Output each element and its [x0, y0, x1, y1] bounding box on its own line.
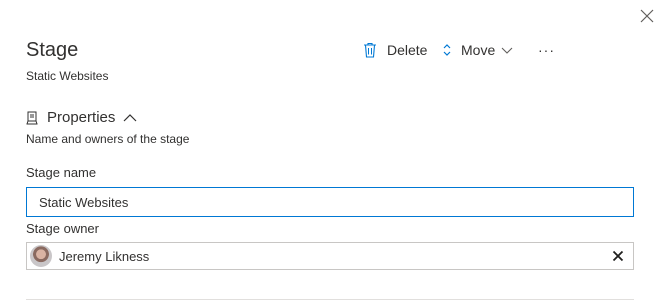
close-button[interactable]	[637, 6, 657, 26]
trash-icon	[364, 42, 376, 58]
stage-owner-label: Stage owner	[26, 221, 99, 236]
section-title: Properties	[47, 109, 116, 126]
move-label: Move	[461, 42, 496, 58]
close-icon	[640, 9, 654, 23]
delete-button[interactable]: Delete	[361, 38, 427, 62]
move-icon	[443, 44, 451, 56]
chevron-up-icon	[123, 113, 137, 121]
page-title: Stage	[26, 39, 79, 61]
section-description: Name and owners of the stage	[26, 132, 190, 146]
avatar	[30, 245, 52, 267]
remove-owner-button[interactable]	[611, 249, 625, 263]
move-button[interactable]: Move	[442, 38, 513, 62]
delete-label: Delete	[387, 42, 428, 58]
divider	[26, 299, 634, 300]
properties-section-toggle[interactable]: Properties	[26, 109, 137, 126]
close-icon	[612, 250, 624, 262]
stage-name-label: Stage name	[26, 165, 97, 180]
page-subtitle: Static Websites	[26, 69, 109, 83]
stage-name-input[interactable]	[26, 187, 634, 217]
stage-owner-picker[interactable]: Jeremy Likness	[26, 242, 634, 270]
chevron-down-icon	[501, 47, 513, 54]
more-options-button[interactable]: ···	[538, 38, 558, 62]
owner-name: Jeremy Likness	[59, 248, 150, 264]
properties-icon	[26, 111, 38, 124]
